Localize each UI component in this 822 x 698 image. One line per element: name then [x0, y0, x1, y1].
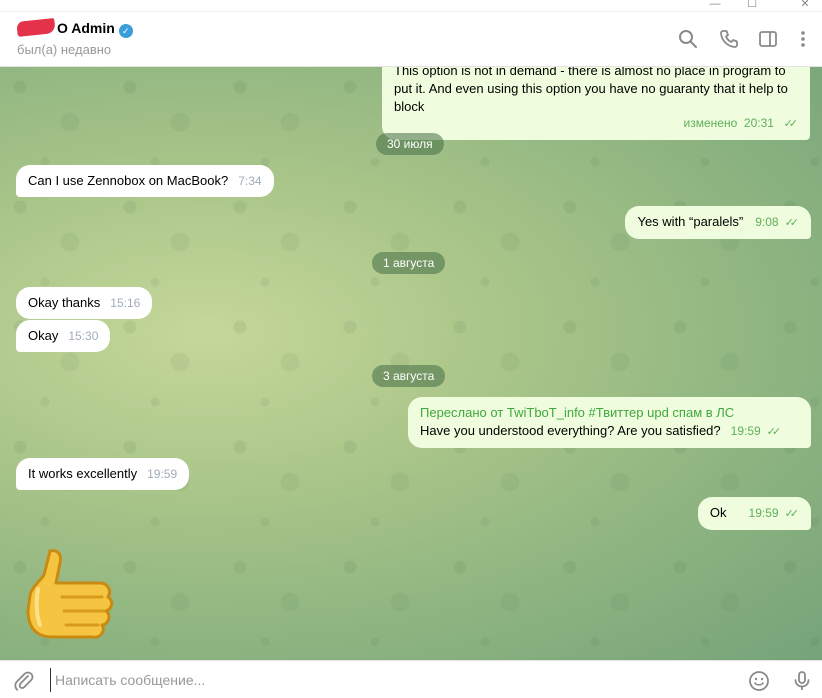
- close-window-button[interactable]: ✕: [795, 0, 815, 11]
- emoji-icon[interactable]: [748, 670, 770, 692]
- more-vertical-icon[interactable]: [793, 29, 813, 49]
- paperclip-icon[interactable]: [13, 670, 35, 692]
- double-check-icon: ✓✓: [784, 508, 800, 520]
- sidebar-toggle-icon[interactable]: [758, 29, 778, 49]
- thumbs-up-sticker[interactable]: [22, 545, 122, 645]
- message-text: Have you understood everything? Are you …: [420, 423, 721, 438]
- message-time: 9:08: [755, 215, 779, 229]
- message-text: Yes with “paralels”: [637, 214, 744, 229]
- chat-header: O Admin ✓ был(а) недавно: [0, 12, 822, 67]
- message-outgoing[interactable]: Ok 19:59 ✓✓: [697, 497, 811, 530]
- message-text: Ok: [709, 505, 727, 520]
- message-time: 20:31: [743, 116, 774, 130]
- chat-area[interactable]: This option is not in demand - there is …: [0, 67, 822, 660]
- date-separator: 3 августа: [372, 365, 446, 387]
- message-text: Okay: [28, 328, 59, 343]
- message-time: 7:34: [238, 174, 262, 188]
- message-text: It works excellently: [28, 466, 138, 481]
- message-time: 19:59: [147, 467, 178, 481]
- message-composer: [0, 660, 822, 698]
- forwarded-from-label[interactable]: Переслано от TwiTboT_info #Твиттер upd с…: [420, 404, 799, 422]
- message-time: 19:59: [730, 424, 761, 438]
- message-time: 15:16: [110, 296, 141, 310]
- window-titlebar: — ☐ ✕: [0, 0, 822, 12]
- chat-status: был(а) недавно: [17, 42, 112, 57]
- verified-icon: ✓: [118, 24, 133, 38]
- maximize-button[interactable]: ☐: [742, 0, 762, 11]
- microphone-icon[interactable]: [791, 670, 813, 692]
- date-separator: 30 июля: [376, 133, 444, 155]
- message-outgoing[interactable]: Yes with “paralels” 9:08 ✓✓: [625, 206, 811, 239]
- double-check-icon: ✓✓: [784, 217, 800, 229]
- chat-title-text: O Admin: [57, 20, 115, 36]
- message-time: 19:59: [748, 506, 779, 520]
- message-incoming[interactable]: It works excellently 19:59: [16, 458, 190, 490]
- message-outgoing[interactable]: Переслано от TwiTboT_info #Твиттер upd с…: [408, 397, 811, 448]
- message-input[interactable]: [50, 668, 730, 692]
- phone-icon[interactable]: [719, 29, 739, 49]
- double-check-icon: ✓✓: [783, 118, 799, 130]
- message-outgoing[interactable]: This option is not in demand - there is …: [382, 67, 810, 140]
- message-text: Okay thanks: [28, 295, 101, 310]
- message-incoming[interactable]: Okay 15:30: [16, 320, 111, 352]
- double-check-icon: ✓✓: [766, 426, 782, 438]
- message-text: Can I use Zennobox on MacBook?: [28, 173, 229, 188]
- minimize-button[interactable]: —: [705, 0, 725, 11]
- message-time: 15:30: [68, 329, 99, 343]
- message-text: This option is not in demand - there is …: [394, 67, 788, 114]
- message-edited-label: изменено: [683, 116, 738, 130]
- date-separator: 1 августа: [372, 252, 446, 274]
- redaction-mark: [16, 18, 56, 37]
- search-icon[interactable]: [678, 29, 698, 49]
- message-incoming[interactable]: Can I use Zennobox on MacBook? 7:34: [16, 165, 274, 197]
- message-incoming[interactable]: Okay thanks 15:16: [16, 287, 153, 319]
- chat-title[interactable]: O Admin ✓: [16, 18, 133, 38]
